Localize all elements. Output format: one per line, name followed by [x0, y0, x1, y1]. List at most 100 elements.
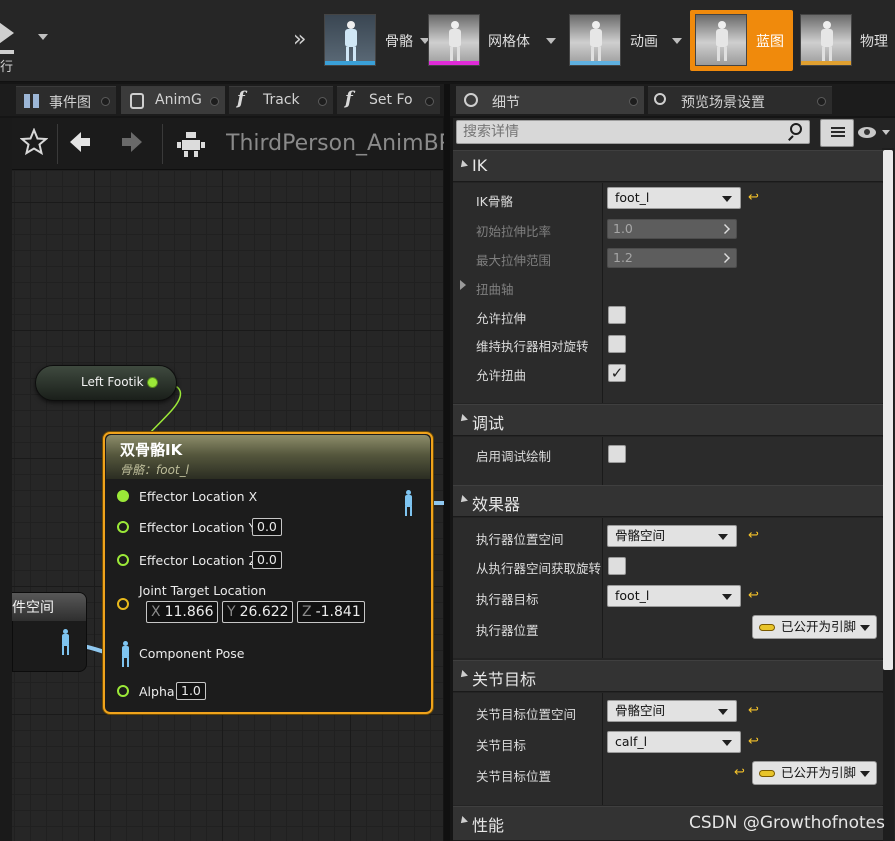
- tab-details[interactable]: 细节: [456, 86, 644, 114]
- alpha-value[interactable]: 1.0: [176, 682, 206, 700]
- joint-target-z-value: -1.841: [315, 604, 361, 620]
- category-ik-header[interactable]: IK: [453, 150, 883, 182]
- chevron-down-icon: [722, 594, 732, 600]
- effector-location-label: 执行器位置: [476, 623, 539, 638]
- pose-output-pin-icon[interactable]: [403, 490, 413, 516]
- collapse-arrow-icon: [458, 414, 468, 424]
- category-debug-header[interactable]: 调试: [453, 404, 883, 436]
- category-debug-title: 调试: [472, 414, 505, 433]
- start-stretch-ratio-field[interactable]: 1.0: [607, 219, 737, 239]
- expand-arrow-icon[interactable]: [460, 280, 466, 290]
- physics-icon[interactable]: [800, 14, 852, 66]
- reset-to-default-icon[interactable]: ↩: [748, 704, 760, 717]
- mode-animation-label[interactable]: 动画: [630, 31, 658, 51]
- max-stretch-scale-field[interactable]: 1.2: [607, 248, 737, 268]
- joint-target-label: 关节目标: [476, 738, 527, 753]
- maintain-effector-rotation-checkbox[interactable]: [608, 335, 626, 353]
- graph-wires: [77, 382, 444, 656]
- effector-location-space-combo[interactable]: 骨骼空间: [607, 525, 737, 547]
- search-details-input[interactable]: [456, 120, 810, 144]
- enable-debug-draw-checkbox[interactable]: [608, 445, 626, 463]
- effector-location-y-pin[interactable]: [117, 521, 129, 533]
- mode-mesh-label[interactable]: 网格体: [488, 31, 530, 51]
- joint-target-y-value: 26.622: [239, 604, 289, 620]
- chevron-down-icon: [722, 196, 732, 202]
- joint-target-location-space-combo[interactable]: 骨骼空间: [607, 700, 737, 722]
- start-stretch-ratio-label: 初始拉伸比率: [476, 224, 552, 239]
- effector-location-z-label: Effector Location Z: [139, 553, 258, 568]
- joint-target-location-exposed-pin-button[interactable]: 已公开为引脚: [752, 761, 877, 785]
- effector-location-z-value[interactable]: 0.0: [252, 551, 282, 569]
- reset-to-default-icon[interactable]: ↩: [748, 735, 760, 748]
- ik-bone-combo[interactable]: foot_l: [607, 187, 741, 209]
- chevron-down-icon: [722, 740, 732, 746]
- mode-blueprint-label[interactable]: 蓝图: [756, 31, 784, 51]
- joint-target-location-prop-label: 关节目标位置: [476, 769, 552, 784]
- effector-location-x-label: Effector Location X: [139, 489, 258, 504]
- joint-target-z-axis-label: Z: [302, 604, 312, 620]
- take-rotation-from-effector-space-checkbox[interactable]: [608, 557, 626, 575]
- effector-location-exposed-pin-button[interactable]: 已公开为引脚: [752, 615, 877, 639]
- space-conversion-node-title: 件空间: [12, 600, 54, 616]
- effector-location-space-label: 执行器位置空间: [476, 532, 564, 547]
- reset-to-default-icon[interactable]: ↩: [734, 766, 746, 779]
- joint-target-combo[interactable]: calf_l: [607, 731, 741, 753]
- joint-target-value: calf_l: [615, 734, 648, 749]
- property-matrix-button[interactable]: [820, 119, 854, 147]
- collapse-arrow-icon: [458, 670, 468, 680]
- joint-target-y-field[interactable]: Y 26.622: [222, 601, 293, 623]
- search-icon[interactable]: [787, 123, 803, 141]
- reset-to-default-icon[interactable]: ↩: [748, 589, 760, 602]
- collapse-arrow-icon: [458, 816, 468, 826]
- space-node-output-pin-icon[interactable]: [60, 629, 70, 655]
- mode-animation-dropdown-icon[interactable]: [672, 38, 682, 44]
- effector-target-value: foot_l: [615, 588, 650, 603]
- effector-location-y-value[interactable]: 0.0: [252, 518, 282, 536]
- animation-icon[interactable]: [569, 14, 621, 66]
- left-footik-label: Left Footik: [81, 375, 144, 389]
- effector-location-z-pin[interactable]: [117, 554, 129, 566]
- allow-twist-label: 允许扭曲: [476, 368, 527, 383]
- component-pose-input-pin-icon[interactable]: [120, 641, 130, 667]
- blueprint-icon[interactable]: [695, 14, 747, 66]
- chevron-down-icon: [860, 625, 870, 631]
- ik-bone-label: IK骨骼: [476, 194, 513, 209]
- joint-target-location-space-value: 骨骼空间: [615, 703, 666, 718]
- mode-physics-label[interactable]: 物理: [860, 31, 888, 51]
- two-bone-ik-title: 双骨骼IK: [120, 441, 183, 459]
- effector-location-x-pin[interactable]: [117, 490, 129, 502]
- close-icon[interactable]: [629, 97, 638, 106]
- tab-preview-scene[interactable]: 预览场景设置: [648, 86, 832, 114]
- alpha-label: Alpha: [139, 684, 175, 699]
- joint-target-location-pin[interactable]: [117, 598, 129, 610]
- joint-target-y-axis-label: Y: [227, 604, 236, 620]
- eye-icon[interactable]: [858, 127, 876, 138]
- view-options-dropdown-icon[interactable]: [882, 130, 890, 135]
- category-joint-target-header[interactable]: 关节目标: [453, 660, 883, 692]
- alpha-pin[interactable]: [117, 685, 129, 697]
- close-icon[interactable]: [817, 97, 826, 106]
- allow-twist-checkbox[interactable]: ✓: [608, 364, 626, 382]
- preview-scene-icon: [654, 93, 666, 105]
- details-icon: [464, 93, 478, 107]
- effector-location-space-value: 骨骼空间: [615, 528, 666, 543]
- panel-splitter[interactable]: [444, 84, 450, 841]
- start-stretch-ratio-value: 1.0: [613, 221, 633, 236]
- effector-target-combo[interactable]: foot_l: [607, 585, 741, 607]
- reset-to-default-icon[interactable]: ↩: [748, 191, 760, 204]
- two-bone-ik-subtitle: 骨骼：foot_l: [120, 463, 189, 477]
- left-footik-output-pin[interactable]: [147, 377, 158, 388]
- max-stretch-scale-label: 最大拉伸范围: [476, 253, 552, 268]
- category-effector-header[interactable]: 效果器: [453, 485, 883, 517]
- effector-location-exposed-text: 已公开为引脚: [781, 619, 857, 634]
- allow-stretch-checkbox[interactable]: [608, 306, 626, 324]
- details-scrollbar-thumb[interactable]: [883, 150, 893, 670]
- joint-target-x-axis-label: X: [151, 604, 161, 620]
- twist-axis-label[interactable]: 扭曲轴: [476, 279, 514, 298]
- mode-mesh-dropdown-icon[interactable]: [546, 38, 556, 44]
- reset-to-default-icon[interactable]: ↩: [748, 529, 760, 542]
- joint-target-x-field[interactable]: X 11.866: [146, 601, 218, 623]
- joint-target-z-field[interactable]: Z -1.841: [297, 601, 365, 623]
- tab-preview-scene-label: 预览场景设置: [681, 95, 765, 111]
- ik-bone-value: foot_l: [615, 190, 650, 205]
